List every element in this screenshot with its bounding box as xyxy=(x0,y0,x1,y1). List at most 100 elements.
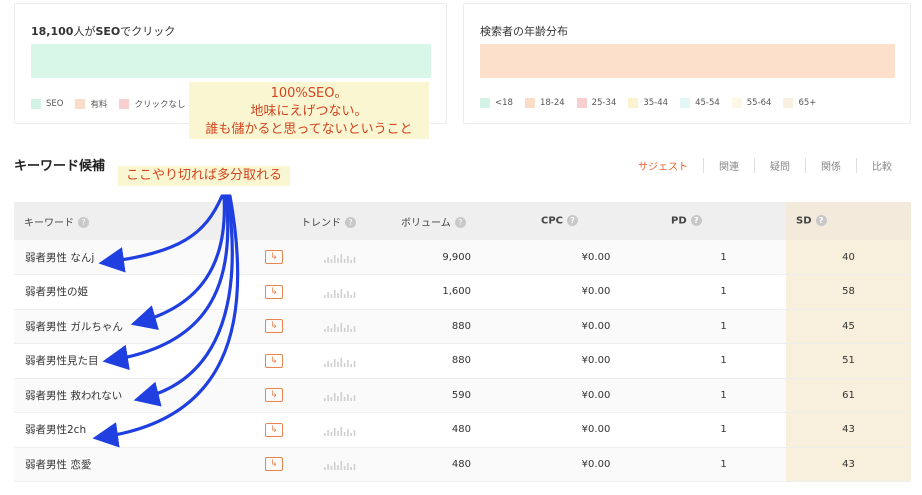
cpc-cell: ¥0.00 xyxy=(531,309,661,344)
pd-cell: 1 xyxy=(661,274,786,310)
table-row[interactable]: 弱者男性2ch ↳ 480 ¥0.00 1 43 xyxy=(14,412,911,448)
volume-cell: 1,600 xyxy=(391,274,531,310)
help-icon[interactable]: ? xyxy=(345,217,356,228)
legend-item-age-65plus: 65+ xyxy=(783,98,816,108)
sparkline-icon xyxy=(324,254,356,263)
pd-cell: 1 xyxy=(661,240,786,275)
legend-item-age-35-44: 35-44 xyxy=(628,98,668,108)
keyword-cell[interactable]: 弱者男性の姫 ↳ xyxy=(14,274,291,310)
table-row[interactable]: 弱者男性 なんj ↳ 9,900 ¥0.00 1 40 xyxy=(14,240,911,275)
cpc-cell: ¥0.00 xyxy=(531,343,661,379)
column-keyword[interactable]: キーワード? xyxy=(14,202,291,240)
pd-cell: 1 xyxy=(661,343,786,379)
keyword-cell[interactable]: 弱者男性 恋愛 ↳ xyxy=(14,447,291,482)
external-link-icon[interactable]: ↳ xyxy=(265,319,283,334)
keyword-cell[interactable]: 弱者男性 なんj ↳ xyxy=(14,240,291,275)
seo-clicks-bar xyxy=(31,44,431,78)
trend-cell xyxy=(291,412,391,448)
tab-questions[interactable]: 疑問 xyxy=(755,158,806,173)
keyword-cell[interactable]: 弱者男性 救われない ↳ xyxy=(14,378,291,413)
volume-cell: 9,900 xyxy=(391,240,531,275)
external-link-icon[interactable]: ↳ xyxy=(265,388,283,403)
sd-cell: 61 xyxy=(786,378,911,413)
cpc-cell: ¥0.00 xyxy=(531,240,661,275)
legend-item-age-under18: <18 xyxy=(480,98,513,108)
sparkline-icon xyxy=(324,288,356,298)
age-distribution-card: 検索者の年齢分布 <18 18-24 25-34 35-44 45-54 55-… xyxy=(463,3,911,124)
annotation-callout: ここやり切れば多分取れる xyxy=(118,166,291,186)
table-header-row: キーワード? トレンド? ボリューム? CPC? PD? SD? xyxy=(14,202,911,240)
keyword-text[interactable]: 弱者男性の姫 xyxy=(25,284,88,299)
external-link-icon[interactable]: ↳ xyxy=(265,284,283,299)
help-icon[interactable]: ? xyxy=(690,215,702,227)
age-distribution-bar xyxy=(480,44,895,78)
sparkline-icon xyxy=(324,426,356,436)
column-pd[interactable]: PD? xyxy=(661,202,786,240)
table-row[interactable]: 弱者男性の姫 ↳ 1,600 ¥0.00 1 58 xyxy=(14,274,911,310)
tab-comparison[interactable]: 比較 xyxy=(857,158,892,173)
column-volume[interactable]: ボリューム? xyxy=(391,202,531,240)
legend-item-age-55-64: 55-64 xyxy=(731,98,771,108)
help-icon[interactable]: ? xyxy=(78,217,89,228)
external-link-icon[interactable]: ↳ xyxy=(265,457,283,472)
volume-cell: 480 xyxy=(391,447,531,482)
sd-cell: 43 xyxy=(786,412,911,448)
trend-cell xyxy=(291,378,391,413)
legend-item-age-45-54: 45-54 xyxy=(680,98,720,108)
cpc-cell: ¥0.00 xyxy=(531,412,661,448)
sparkline-icon xyxy=(324,392,356,402)
keyword-candidates-title: キーワード候補 xyxy=(14,159,106,174)
legend-item-age-25-34: 25-34 xyxy=(576,98,616,108)
seo-clicks-title: 18,100人がSEOでクリック xyxy=(31,25,176,38)
help-icon[interactable]: ? xyxy=(815,215,827,227)
tab-relations[interactable]: 関係 xyxy=(806,158,857,173)
tab-suggest[interactable]: サジェスト xyxy=(623,158,704,173)
keyword-text[interactable]: 弱者男性 なんj xyxy=(25,250,94,265)
tab-related[interactable]: 関連 xyxy=(704,158,755,173)
table-row[interactable]: 弱者男性見た目 ↳ 880 ¥0.00 1 51 xyxy=(14,343,911,379)
external-link-icon[interactable]: ↳ xyxy=(265,250,283,264)
volume-cell: 880 xyxy=(391,343,531,379)
volume-cell: 590 xyxy=(391,378,531,413)
table-row[interactable]: 弱者男性 恋愛 ↳ 480 ¥0.00 1 43 xyxy=(14,447,911,482)
trend-cell xyxy=(291,447,391,482)
column-sd[interactable]: SD? xyxy=(786,202,911,240)
sd-cell: 51 xyxy=(786,343,911,379)
trend-cell xyxy=(291,274,391,310)
pd-cell: 1 xyxy=(661,447,786,482)
keyword-text[interactable]: 弱者男性 恋愛 xyxy=(25,457,91,472)
keyword-text[interactable]: 弱者男性見た目 xyxy=(25,353,99,368)
help-icon[interactable]: ? xyxy=(454,217,466,228)
keyword-text[interactable]: 弱者男性 ガルちゃん xyxy=(25,319,123,334)
trend-cell xyxy=(291,309,391,344)
trend-cell xyxy=(291,240,391,275)
help-icon[interactable]: ? xyxy=(567,215,579,227)
volume-cell: 880 xyxy=(391,309,531,344)
table-row[interactable]: 弱者男性 ガルちゃん ↳ 880 ¥0.00 1 45 xyxy=(14,309,911,344)
column-trend[interactable]: トレンド? xyxy=(291,202,391,240)
sd-cell: 45 xyxy=(786,309,911,344)
pd-cell: 1 xyxy=(661,412,786,448)
table-row[interactable]: 弱者男性 救われない ↳ 590 ¥0.00 1 61 xyxy=(14,378,911,413)
keyword-text[interactable]: 弱者男性2ch xyxy=(25,422,86,437)
keyword-cell[interactable]: 弱者男性2ch ↳ xyxy=(14,412,291,448)
cpc-cell: ¥0.00 xyxy=(531,447,661,482)
sparkline-icon xyxy=(324,357,356,367)
keyword-cell[interactable]: 弱者男性見た目 ↳ xyxy=(14,343,291,379)
pd-cell: 1 xyxy=(661,309,786,344)
seo-clicks-legend: SEO 有料 クリックなし xyxy=(31,98,186,110)
cpc-cell: ¥0.00 xyxy=(531,378,661,413)
external-link-icon[interactable]: ↳ xyxy=(265,422,283,437)
column-cpc[interactable]: CPC? xyxy=(531,202,661,240)
external-link-icon[interactable]: ↳ xyxy=(265,353,283,368)
keyword-cell[interactable]: 弱者男性 ガルちゃん ↳ xyxy=(14,309,291,344)
legend-item-seo: SEO xyxy=(31,98,63,110)
sd-cell: 40 xyxy=(786,240,911,275)
keyword-text[interactable]: 弱者男性 救われない xyxy=(25,388,122,403)
legend-item-age-18-24: 18-24 xyxy=(524,98,565,108)
sparkline-icon xyxy=(324,323,356,333)
keyword-table: キーワード? トレンド? ボリューム? CPC? PD? SD? 弱者男性 なん… xyxy=(14,202,911,482)
age-distribution-legend: <18 18-24 25-34 35-44 45-54 55-64 65+ xyxy=(480,98,816,108)
legend-item-no-click: クリックなし xyxy=(119,98,186,110)
annotation-note: 100%SEO。 地味にえげつない。 誰も儲かると思ってないということ xyxy=(189,82,429,139)
